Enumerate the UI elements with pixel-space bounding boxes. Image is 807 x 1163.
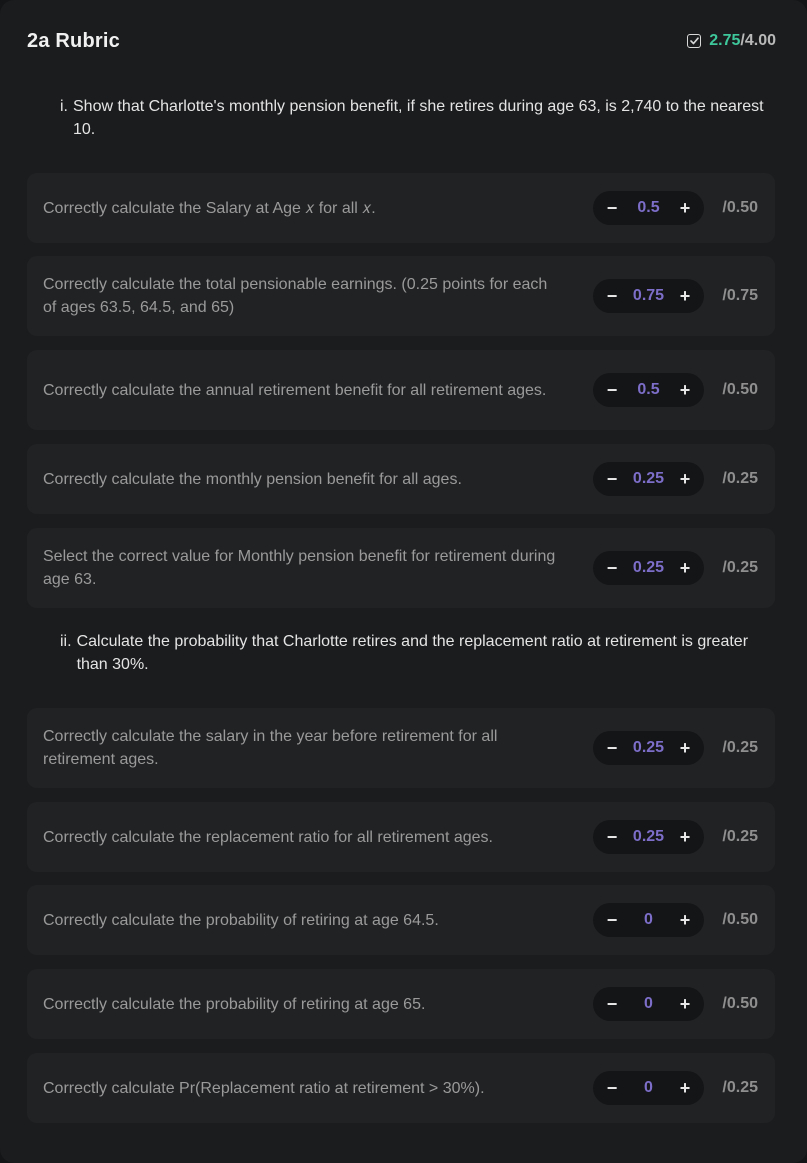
decrement-button[interactable]: − bbox=[605, 827, 619, 848]
rubric-item: Correctly calculate the salary in the ye… bbox=[27, 708, 775, 788]
question-part-i: i. Show that Charlotte's monthly pension… bbox=[60, 95, 777, 141]
decrement-button[interactable]: − bbox=[605, 738, 619, 759]
increment-button[interactable]: + bbox=[678, 1078, 692, 1099]
max-points: /0.25 bbox=[722, 739, 758, 756]
points-value[interactable]: 0.5 bbox=[637, 199, 659, 217]
max-points: /0.50 bbox=[722, 199, 758, 216]
points-stepper: − 0.75 + bbox=[593, 279, 704, 313]
points-value[interactable]: 0 bbox=[644, 995, 653, 1013]
max-points: /0.25 bbox=[722, 828, 758, 845]
rubric-item: Correctly calculate the annual retiremen… bbox=[27, 350, 775, 430]
max-points: /0.25 bbox=[722, 1079, 758, 1096]
rubric-item: Correctly calculate the replacement rati… bbox=[27, 802, 775, 872]
criterion-text: Correctly calculate Pr(Replacement ratio… bbox=[43, 1079, 485, 1097]
criterion-text: Correctly calculate the replacement rati… bbox=[43, 828, 493, 846]
points-value[interactable]: 0.25 bbox=[633, 559, 664, 577]
points-value[interactable]: 0.25 bbox=[633, 828, 664, 846]
increment-button[interactable]: + bbox=[678, 994, 692, 1015]
points-value[interactable]: 0 bbox=[644, 1079, 653, 1097]
part-text: Calculate the probability that Charlotte… bbox=[76, 633, 749, 673]
points-stepper: − 0.25 + bbox=[593, 820, 704, 854]
points-stepper: − 0 + bbox=[593, 903, 704, 937]
decrement-button[interactable]: − bbox=[605, 469, 619, 490]
rubric-item: Correctly calculate the monthly pension … bbox=[27, 444, 775, 514]
max-points: /0.25 bbox=[722, 470, 758, 487]
decrement-button[interactable]: − bbox=[605, 910, 619, 931]
points-stepper: − 0 + bbox=[593, 1071, 704, 1105]
max-points: /0.25 bbox=[722, 559, 758, 576]
decrement-button[interactable]: − bbox=[605, 286, 619, 307]
points-value[interactable]: 0.75 bbox=[633, 287, 664, 305]
part-number: ii. bbox=[60, 633, 72, 650]
points-stepper: − 0 + bbox=[593, 987, 704, 1021]
points-stepper: − 0.25 + bbox=[593, 731, 704, 765]
score-total: 4.00 bbox=[744, 32, 776, 49]
score-earned: 2.75 bbox=[709, 32, 741, 49]
points-value[interactable]: 0.25 bbox=[633, 470, 664, 488]
rubric-header: 2a Rubric 2.75/4.00 bbox=[27, 28, 776, 54]
points-stepper: − 0.5 + bbox=[593, 373, 704, 407]
increment-button[interactable]: + bbox=[678, 558, 692, 579]
question-part-ii: ii. Calculate the probability that Charl… bbox=[60, 630, 777, 676]
rubric-panel: 2a Rubric 2.75/4.00 i. Show that Charlot… bbox=[0, 0, 807, 1163]
max-points: /0.75 bbox=[722, 287, 758, 304]
max-points: /0.50 bbox=[722, 995, 758, 1012]
criterion-text: Correctly calculate the total pensionabl… bbox=[43, 276, 548, 316]
points-stepper: − 0.5 + bbox=[593, 191, 704, 225]
criterion-text: Correctly calculate the annual retiremen… bbox=[43, 381, 547, 399]
rubric-item: Select the correct value for Monthly pen… bbox=[27, 528, 775, 608]
decrement-button[interactable]: − bbox=[605, 558, 619, 579]
criterion-text: Correctly calculate the salary in the ye… bbox=[43, 728, 498, 768]
part-number: i. bbox=[60, 98, 68, 115]
points-value[interactable]: 0.25 bbox=[633, 739, 664, 757]
criterion-text: Correctly calculate the probability of r… bbox=[43, 911, 439, 929]
criterion-text: Correctly calculate the probability of r… bbox=[43, 995, 426, 1013]
part-text: Show that Charlotte's monthly pension be… bbox=[73, 98, 764, 138]
increment-button[interactable]: + bbox=[678, 198, 692, 219]
criterion-text: Correctly calculate the Salary at Age 𝑥 … bbox=[43, 199, 376, 217]
decrement-button[interactable]: − bbox=[605, 1078, 619, 1099]
increment-button[interactable]: + bbox=[678, 286, 692, 307]
points-value[interactable]: 0 bbox=[644, 911, 653, 929]
rubric-item: Correctly calculate Pr(Replacement ratio… bbox=[27, 1053, 775, 1123]
rubric-item: Correctly calculate the total pensionabl… bbox=[27, 256, 775, 336]
points-stepper: − 0.25 + bbox=[593, 462, 704, 496]
max-points: /0.50 bbox=[722, 911, 758, 928]
criterion-text: Select the correct value for Monthly pen… bbox=[43, 548, 556, 588]
increment-button[interactable]: + bbox=[678, 738, 692, 759]
increment-button[interactable]: + bbox=[678, 910, 692, 931]
increment-button[interactable]: + bbox=[678, 380, 692, 401]
score-summary: 2.75/4.00 bbox=[687, 32, 776, 50]
rubric-item: Correctly calculate the Salary at Age 𝑥 … bbox=[27, 173, 775, 243]
points-stepper: − 0.25 + bbox=[593, 551, 704, 585]
rubric-item: Correctly calculate the probability of r… bbox=[27, 969, 775, 1039]
decrement-button[interactable]: − bbox=[605, 198, 619, 219]
decrement-button[interactable]: − bbox=[605, 994, 619, 1015]
criterion-text: Correctly calculate the monthly pension … bbox=[43, 470, 462, 488]
decrement-button[interactable]: − bbox=[605, 380, 619, 401]
points-value[interactable]: 0.5 bbox=[637, 381, 659, 399]
max-points: /0.50 bbox=[722, 381, 758, 398]
rubric-item: Correctly calculate the probability of r… bbox=[27, 885, 775, 955]
increment-button[interactable]: + bbox=[678, 827, 692, 848]
checkbox-checked-icon bbox=[687, 34, 702, 48]
increment-button[interactable]: + bbox=[678, 469, 692, 490]
rubric-title: 2a Rubric bbox=[27, 29, 120, 52]
